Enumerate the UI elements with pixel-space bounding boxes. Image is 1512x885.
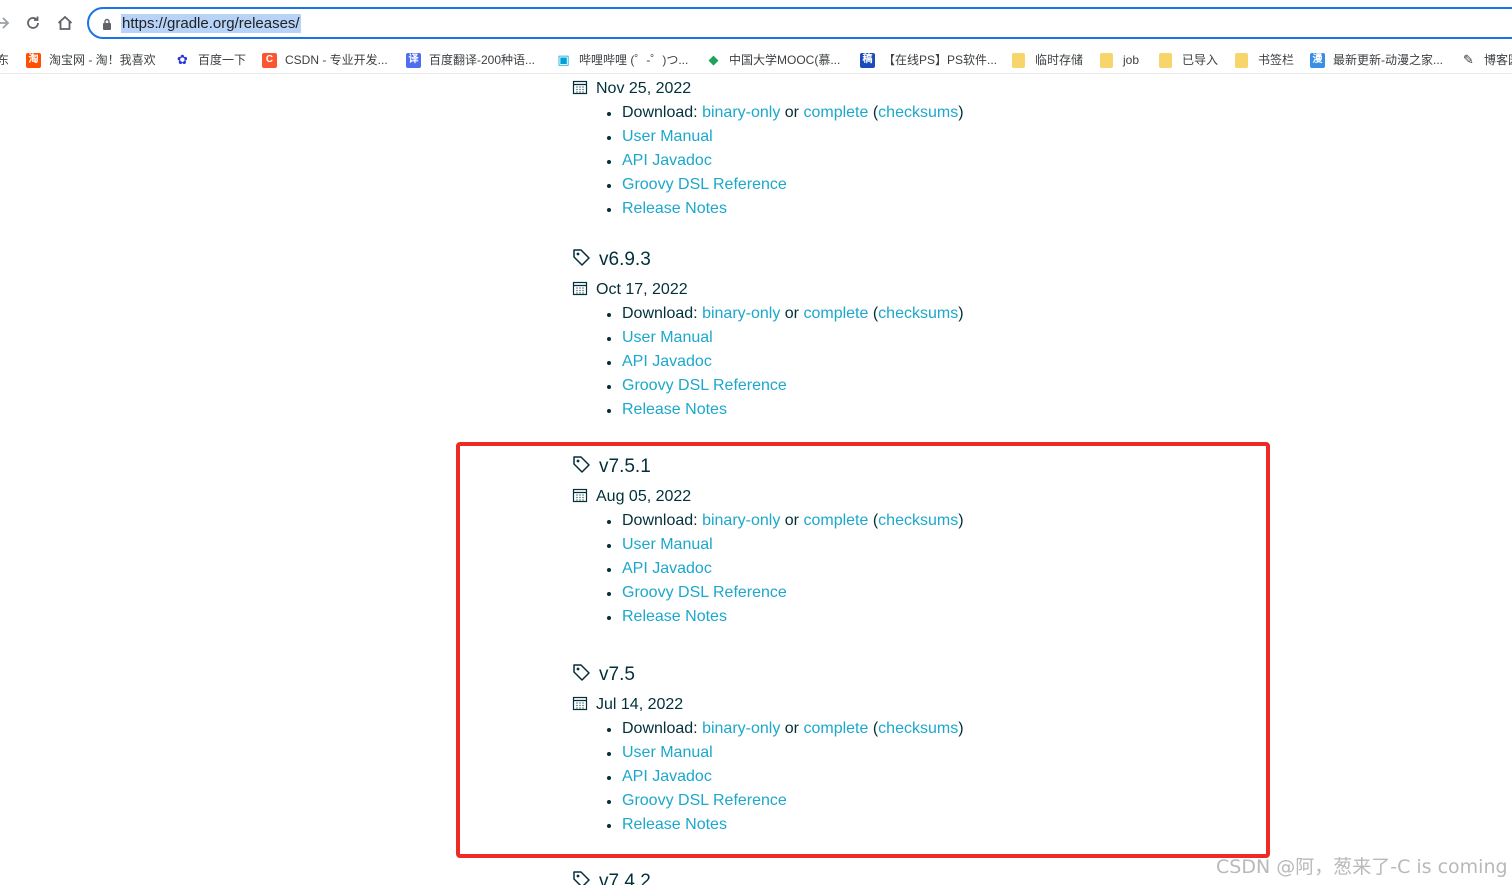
bookmark-dmzj[interactable]: 漫 最新更新-动漫之家... xyxy=(1310,50,1443,70)
release-entry: v6.9.3 Oct 17, 2022 Download: binary-onl… xyxy=(572,245,1172,422)
csdn-icon: C xyxy=(262,52,277,68)
calendar-icon xyxy=(572,280,588,301)
complete-link[interactable]: complete xyxy=(803,104,868,121)
bookmark-folder-temp[interactable]: 临时存储 xyxy=(1012,50,1083,70)
api-javadoc-link[interactable]: API Javadoc xyxy=(622,152,712,169)
api-javadoc-item: API Javadoc xyxy=(607,350,1172,374)
release-version: v6.9.3 xyxy=(599,249,651,270)
bookmark-cnblogs[interactable]: ✎ 博客园 xyxy=(1461,50,1512,70)
lock-icon xyxy=(101,17,113,30)
bookmark-baidu-translate[interactable]: 译 百度翻译-200种语... xyxy=(406,50,535,70)
release-date-row: Oct 17, 2022 xyxy=(572,278,1172,302)
browser-toolbar: https://gradle.org/releases/ xyxy=(0,0,1512,46)
checksums-link[interactable]: checksums xyxy=(878,305,958,322)
api-javadoc-item: API Javadoc xyxy=(607,149,1172,173)
release-version: v7.4.2 xyxy=(599,871,651,885)
folder-icon xyxy=(1159,52,1172,68)
api-javadoc-link[interactable]: API Javadoc xyxy=(622,353,712,370)
checksums-link[interactable]: checksums xyxy=(878,104,958,121)
bookmark-photopea[interactable]: 稿 【在线PS】PS软件... xyxy=(860,50,997,70)
release-date: Nov 25, 2022 xyxy=(596,80,692,97)
highlight-box xyxy=(456,442,1270,858)
baidu-paw-icon: ✿ xyxy=(177,52,188,67)
groovy-dsl-item: Groovy DSL Reference xyxy=(607,173,1172,197)
user-manual-item: User Manual xyxy=(607,125,1172,149)
url-text[interactable]: https://gradle.org/releases/ xyxy=(121,14,301,33)
user-manual-link[interactable]: User Manual xyxy=(622,329,713,346)
bookmark-folder-imported[interactable]: 已导入 xyxy=(1159,50,1218,70)
cnblogs-icon: ✎ xyxy=(1463,52,1474,67)
groovy-dsl-link[interactable]: Groovy DSL Reference xyxy=(622,176,787,193)
bookmark-item[interactable]: 东 xyxy=(0,50,9,70)
release-notes-item: Release Notes xyxy=(607,398,1172,422)
groovy-dsl-item: Groovy DSL Reference xyxy=(607,374,1172,398)
forward-icon[interactable] xyxy=(0,12,14,34)
baidu-translate-icon: 译 xyxy=(406,52,421,68)
release-links: Download: binary-only or complete (check… xyxy=(572,101,1172,221)
bookmark-mooc[interactable]: ◆ 中国大学MOOC(慕... xyxy=(706,50,841,70)
download-item: Download: binary-only or complete (check… xyxy=(607,302,1172,326)
bookmark-folder-job[interactable]: job xyxy=(1100,50,1139,70)
binary-only-link[interactable]: binary-only xyxy=(702,104,780,121)
bookmark-csdn[interactable]: C CSDN - 专业开发... xyxy=(262,50,388,70)
complete-link[interactable]: complete xyxy=(803,305,868,322)
dmzj-icon: 漫 xyxy=(1310,52,1325,68)
photopea-icon: 稿 xyxy=(860,52,875,68)
groovy-dsl-link[interactable]: Groovy DSL Reference xyxy=(622,377,787,394)
tag-icon xyxy=(572,870,591,885)
tag-icon xyxy=(572,248,591,272)
user-manual-item: User Manual xyxy=(607,326,1172,350)
mooc-icon: ◆ xyxy=(708,52,719,67)
taobao-icon: 淘 xyxy=(26,52,41,68)
folder-icon xyxy=(1235,52,1248,68)
watermark: CSDN @阿，葱来了-C is coming xyxy=(1216,856,1508,878)
bookmark-bilibili[interactable]: ▣ 哔哩哔哩 (゜-゜)つ... xyxy=(556,50,688,70)
address-bar[interactable]: https://gradle.org/releases/ xyxy=(87,7,1512,39)
calendar-icon xyxy=(572,79,588,100)
release-version-row: v7.4.2 xyxy=(572,867,1172,885)
release-date: Oct 17, 2022 xyxy=(596,281,688,298)
release-date-row: Nov 25, 2022 xyxy=(572,77,1172,101)
folder-icon xyxy=(1012,52,1025,68)
user-manual-link[interactable]: User Manual xyxy=(622,128,713,145)
bilibili-icon: ▣ xyxy=(557,52,570,67)
release-version-row: v6.9.3 xyxy=(572,245,1172,275)
bookmark-baidu[interactable]: ✿ 百度一下 xyxy=(175,50,246,70)
bookmark-taobao[interactable]: 淘 淘宝网 - 淘！我喜欢 xyxy=(26,50,156,70)
reload-icon[interactable] xyxy=(22,12,44,34)
release-links: Download: binary-only or complete (check… xyxy=(572,302,1172,422)
binary-only-link[interactable]: binary-only xyxy=(702,305,780,322)
download-item: Download: binary-only or complete (check… xyxy=(607,101,1172,125)
release-notes-link[interactable]: Release Notes xyxy=(622,401,727,418)
release-entry: Nov 25, 2022 Download: binary-only or co… xyxy=(572,75,1172,221)
bookmark-folder-bar[interactable]: 书签栏 xyxy=(1235,50,1294,70)
release-notes-link[interactable]: Release Notes xyxy=(622,200,727,217)
release-notes-item: Release Notes xyxy=(607,197,1172,221)
release-entry: v7.4.2 xyxy=(572,867,1172,885)
folder-icon xyxy=(1100,52,1113,68)
bookmarks-bar: 东 淘 淘宝网 - 淘！我喜欢 ✿ 百度一下 C CSDN - 专业开发... … xyxy=(0,46,1512,74)
home-icon[interactable] xyxy=(54,12,76,34)
